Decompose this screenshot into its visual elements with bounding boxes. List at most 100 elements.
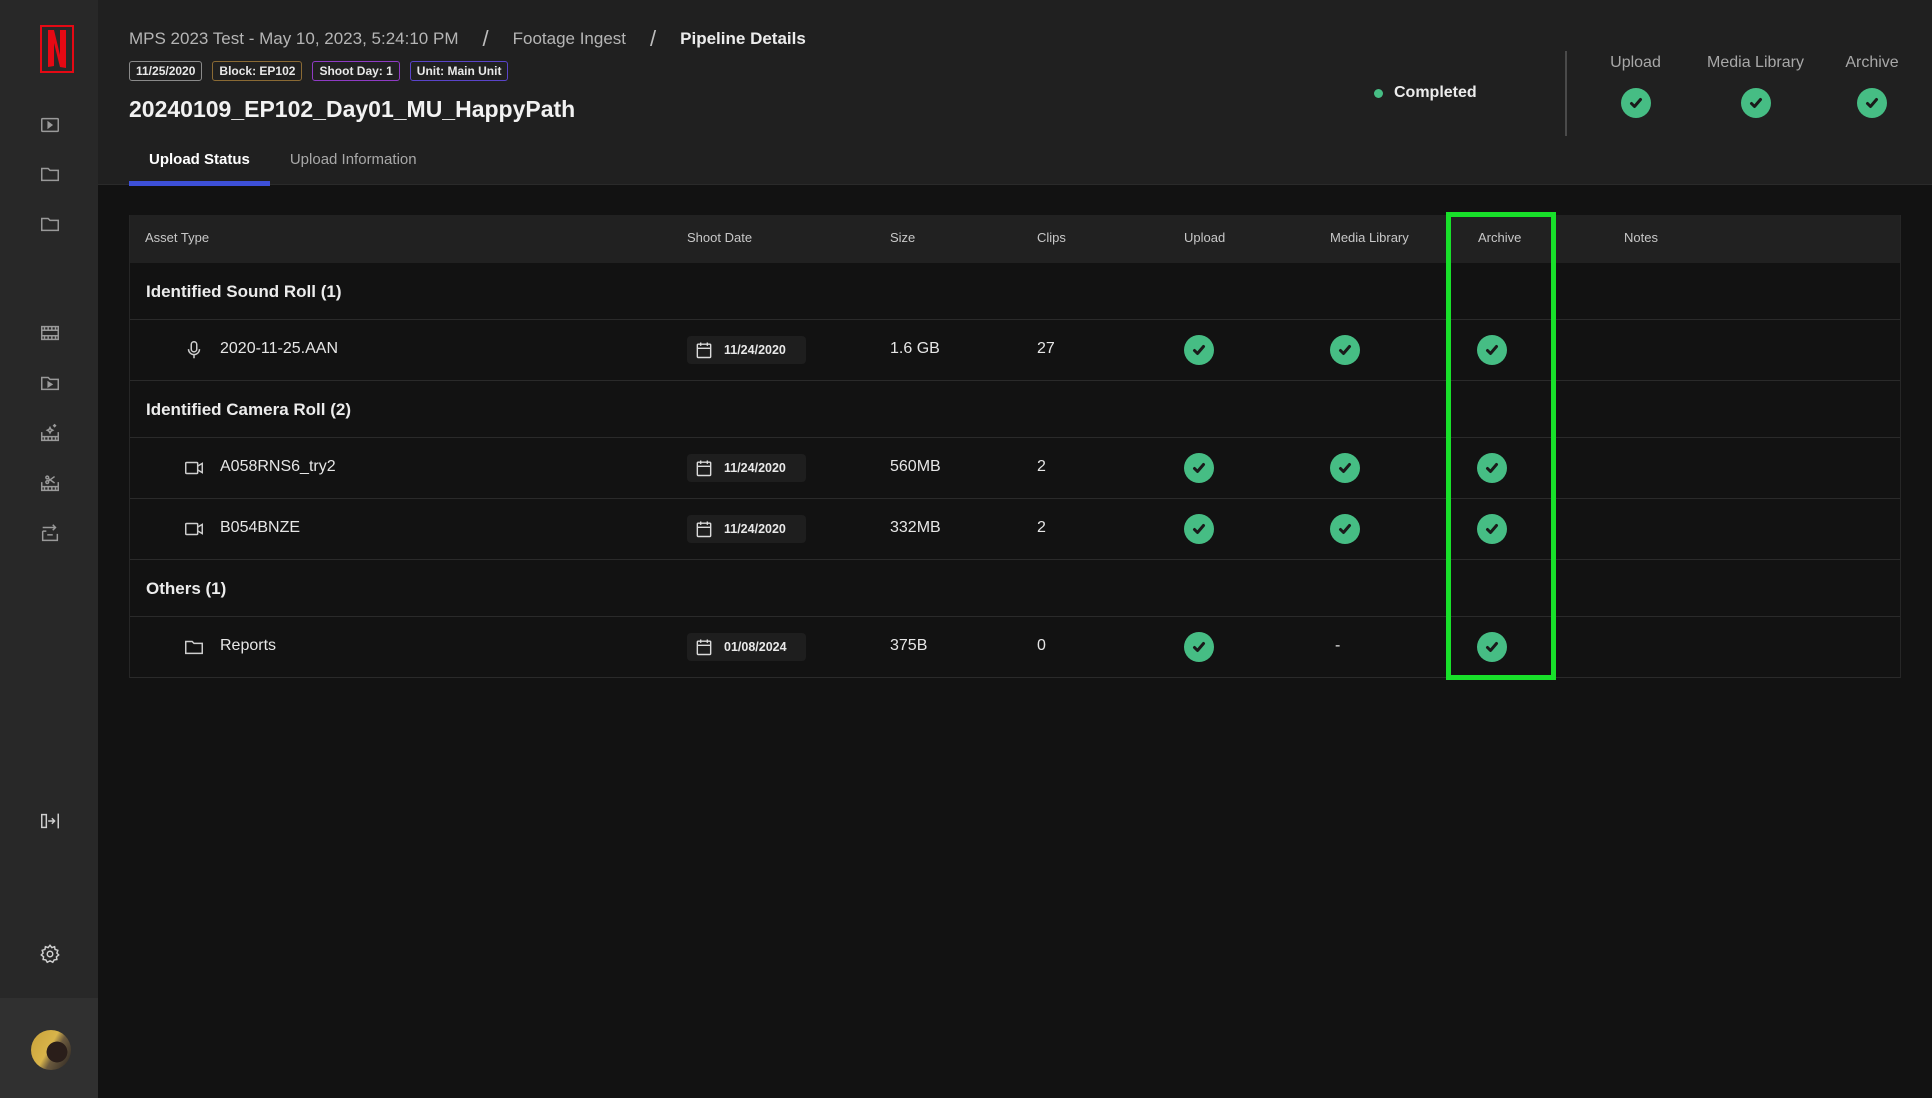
check-circle-icon (1477, 632, 1507, 662)
sidebar-item-folder-1[interactable] (38, 162, 62, 186)
check-circle-icon (1184, 632, 1214, 662)
summary-label: Upload (1610, 54, 1661, 71)
sidebar-item-film-strip[interactable] (38, 321, 62, 345)
upload-status-table: Asset Type Shoot Date Size Clips Upload … (129, 215, 1901, 678)
tab-upload-status[interactable]: Upload Status (129, 146, 270, 186)
media-library-status: - (1335, 637, 1341, 654)
video-camera-icon (183, 457, 205, 479)
sidebar-item-archive-export[interactable] (38, 521, 62, 545)
check-circle-icon (1184, 514, 1214, 544)
video-camera-icon (183, 518, 205, 540)
film-sparkle-icon (41, 423, 59, 442)
column-header-clips[interactable]: Clips (1037, 230, 1066, 245)
column-header-media-library[interactable]: Media Library (1330, 230, 1409, 245)
group-row: Identified Camera Roll (2) (130, 381, 1900, 438)
table-header: Asset Type Shoot Date Size Clips Upload … (130, 215, 1900, 263)
unit-chip: Unit: Main Unit (409, 61, 509, 81)
table-row[interactable]: 2020-11-25.AAN 11/24/2020 1.6 GB 27 (130, 320, 1900, 381)
shoot-date: 11/24/2020 (724, 522, 786, 536)
calendar-icon (696, 342, 712, 359)
divider (1565, 51, 1567, 136)
film-strip-icon (41, 325, 59, 341)
status-dot-icon (1374, 88, 1383, 98)
asset-name[interactable]: B054BNZE (220, 519, 300, 537)
sidebar-item-film-cut[interactable] (38, 471, 62, 495)
settings-button[interactable] (38, 942, 62, 966)
netflix-logo[interactable] (40, 25, 74, 73)
table-row[interactable]: A058RNS6_try2 11/24/2020 560MB 2 (130, 438, 1900, 499)
table-row[interactable]: Reports 01/08/2024 375B 0 - (130, 617, 1900, 678)
clips: 0 (1037, 637, 1046, 654)
check-circle-icon (1740, 88, 1771, 118)
summary-upload: Upload (1608, 54, 1663, 118)
breadcrumb: MPS 2023 Test - May 10, 2023, 5:24:10 PM… (129, 26, 806, 52)
asset-name[interactable]: A058RNS6_try2 (220, 458, 336, 476)
status-badge: Completed (1374, 84, 1477, 102)
column-header-asset-type[interactable]: Asset Type (145, 230, 209, 245)
clips: 2 (1037, 519, 1046, 536)
size: 375B (890, 637, 928, 654)
summary-label: Archive (1845, 54, 1899, 71)
check-circle-icon (1184, 335, 1214, 365)
breadcrumb-item-session[interactable]: MPS 2023 Test - May 10, 2023, 5:24:10 PM (129, 29, 458, 49)
archive-export-icon (41, 524, 59, 542)
column-header-upload[interactable]: Upload (1184, 230, 1225, 245)
calendar-icon (696, 521, 712, 538)
expand-sidebar-button[interactable] (38, 809, 62, 833)
tag-chips: 11/25/2020 Block: EP102 Shoot Day: 1 Uni… (129, 61, 509, 81)
column-header-archive[interactable]: Archive (1478, 230, 1521, 245)
check-circle-icon (1184, 453, 1214, 483)
breadcrumb-item-current: Pipeline Details (680, 29, 806, 48)
size: 560MB (890, 458, 941, 475)
tabs: Upload Status Upload Information (129, 146, 437, 186)
tab-upload-information[interactable]: Upload Information (270, 146, 437, 186)
asset-name[interactable]: Reports (220, 637, 276, 655)
expand-sidebar-icon (41, 813, 59, 829)
avatar[interactable] (31, 1030, 71, 1070)
sidebar-item-folder-2[interactable] (38, 212, 62, 236)
clips: 27 (1037, 340, 1055, 357)
summary-archive: Archive (1844, 54, 1900, 118)
asset-name[interactable]: 2020-11-25.AAN (220, 340, 338, 358)
shoot-date-chip: 11/24/2020 (687, 515, 806, 543)
sidebar-item-film-sparkle[interactable] (38, 421, 62, 445)
size: 1.6 GB (890, 340, 940, 357)
shoot-date-chip: 11/24/2020 (687, 454, 806, 482)
column-header-size[interactable]: Size (890, 230, 915, 245)
shoot-date: 01/08/2024 (724, 640, 787, 654)
calendar-icon (696, 460, 712, 477)
summary-media-library: Media Library (1703, 54, 1808, 118)
sidebar-item-folder-play[interactable] (38, 371, 62, 395)
video-library-icon (41, 117, 59, 133)
sidebar (0, 0, 98, 1098)
sidebar-item-video-library[interactable] (38, 113, 62, 137)
check-circle-icon (1330, 514, 1360, 544)
shoot-date: 11/24/2020 (724, 343, 786, 357)
breadcrumb-item-footage-ingest[interactable]: Footage Ingest (513, 29, 626, 49)
breadcrumb-separator: / (482, 26, 489, 51)
check-circle-icon (1330, 453, 1360, 483)
column-header-shoot-date[interactable]: Shoot Date (687, 230, 752, 245)
check-circle-icon (1330, 335, 1360, 365)
date-chip: 11/25/2020 (129, 61, 203, 81)
folder-icon (183, 636, 205, 658)
table-row[interactable]: B054BNZE 11/24/2020 332MB 2 (130, 499, 1900, 560)
sidebar-user-area (0, 998, 98, 1098)
folder-icon (41, 167, 59, 182)
film-cut-icon (41, 475, 59, 492)
gear-icon (40, 944, 60, 964)
clips: 2 (1037, 458, 1046, 475)
table-body: Identified Sound Roll (1) 2020-11-25.AAN… (130, 263, 1900, 678)
check-circle-icon (1857, 88, 1887, 118)
microphone-icon (183, 339, 205, 361)
summary-label: Media Library (1707, 54, 1804, 71)
group-row: Identified Sound Roll (1) (130, 263, 1900, 320)
breadcrumb-separator: / (650, 26, 657, 51)
group-label: Others (1) (146, 579, 227, 598)
column-header-notes[interactable]: Notes (1624, 230, 1658, 245)
shoot-date-chip: 11/24/2020 (687, 336, 806, 364)
status-label: Completed (1394, 84, 1477, 101)
shoot-date: 11/24/2020 (724, 461, 786, 475)
shoot-day-chip: Shoot Day: 1 (312, 61, 400, 81)
folder-icon (41, 217, 59, 232)
